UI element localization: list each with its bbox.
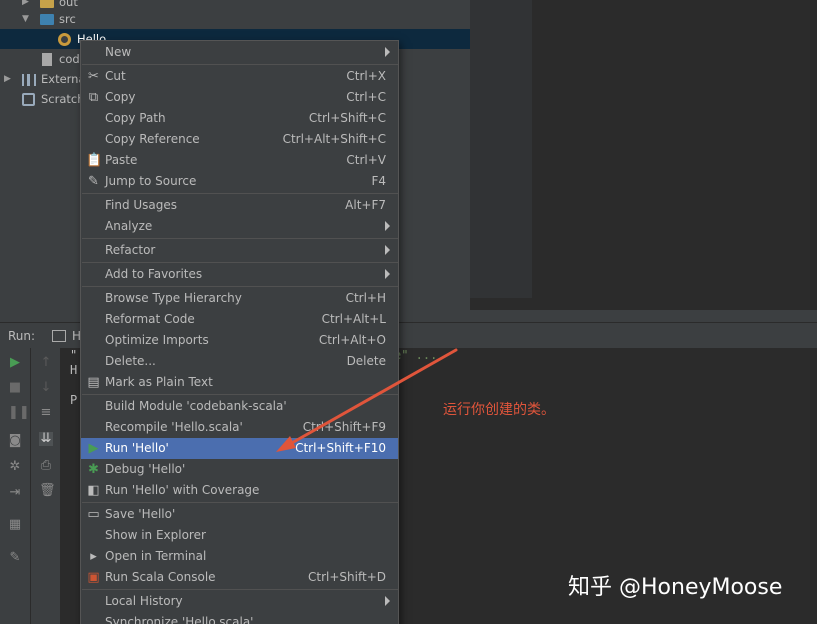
down-arrow-icon[interactable]: ↓ [39, 381, 53, 395]
print-icon[interactable]: ⎙ [39, 459, 53, 473]
menu-separator [82, 502, 398, 503]
run-tab-icon [52, 330, 66, 342]
menu-item-open-in-terminal[interactable]: ▸ Open in Terminal [81, 546, 398, 567]
menu-item-build-module[interactable]: Build Module 'codebank-scala' [81, 396, 398, 417]
scala-object-icon [58, 33, 71, 46]
layout-icon[interactable]: ▦ [8, 518, 22, 532]
editor-gutter [470, 0, 532, 298]
coverage-icon: ◧ [87, 483, 100, 498]
rerun-icon[interactable]: ▶ [8, 356, 22, 370]
horizontal-scrollbar[interactable] [408, 310, 817, 322]
menu-item-add-to-favorites[interactable]: Add to Favorites [81, 264, 398, 285]
run-panel-label: Run: [8, 329, 36, 343]
menu-item-jump-to-source[interactable]: ✎ Jump to Source F4 [81, 171, 398, 192]
pencil-icon: ✎ [88, 174, 99, 189]
menu-item-delete[interactable]: Delete... Delete [81, 351, 398, 372]
menu-separator [82, 394, 398, 395]
stop-icon[interactable]: ■ [8, 381, 22, 395]
submenu-arrow-icon [385, 47, 390, 57]
scratch-icon [22, 93, 35, 106]
menu-item-debug-hello[interactable]: ✱ Debug 'Hello' [81, 459, 398, 480]
editor-area[interactable] [532, 0, 817, 298]
submenu-arrow-icon [385, 269, 390, 279]
menu-item-new[interactable]: New [81, 42, 398, 63]
menu-item-run-with-coverage[interactable]: ◧ Run 'Hello' with Coverage [81, 480, 398, 501]
folder-icon [40, 14, 54, 25]
collapse-arrow-icon[interactable]: ▼ [22, 9, 29, 29]
menu-item-find-usages[interactable]: Find Usages Alt+F7 [81, 195, 398, 216]
annotation-text: 运行你创建的类。 [443, 402, 555, 418]
folder-icon [40, 0, 54, 8]
watermark: 知乎 @HoneyMoose [568, 575, 783, 600]
menu-item-show-in-explorer[interactable]: Show in Explorer [81, 525, 398, 546]
menu-item-local-history[interactable]: Local History [81, 591, 398, 612]
console-toolbar: ↑ ↓ ≡ ⇊ ⎙ 🗑 [30, 348, 60, 624]
console-line-fragment: e" ... [394, 348, 438, 362]
menu-item-cut[interactable]: ✂ Cut Ctrl+X [81, 66, 398, 87]
menu-item-analyze[interactable]: Analyze [81, 216, 398, 237]
settings-gear-icon[interactable]: ✲ [8, 460, 22, 474]
menu-separator [82, 262, 398, 263]
menu-item-synchronize[interactable]: Synchronize 'Hello.scala' [81, 612, 398, 624]
trash-icon[interactable]: 🗑 [39, 484, 56, 498]
menu-separator [82, 193, 398, 194]
menu-item-run-hello[interactable]: ▶ Run 'Hello' Ctrl+Shift+F10 [81, 438, 398, 459]
menu-item-browse-type-hierarchy[interactable]: Browse Type Hierarchy Ctrl+H [81, 288, 398, 309]
submenu-arrow-icon [385, 221, 390, 231]
menu-item-copy-reference[interactable]: Copy Reference Ctrl+Alt+Shift+C [81, 129, 398, 150]
paste-icon: 📋 [86, 153, 103, 168]
menu-item-copy[interactable]: ⧉ Copy Ctrl+C [81, 87, 398, 108]
menu-item-run-scala-console[interactable]: ▣ Run Scala Console Ctrl+Shift+D [81, 567, 398, 588]
soft-wrap-icon[interactable]: ≡ [39, 406, 53, 420]
menu-item-recompile[interactable]: Recompile 'Hello.scala' Ctrl+Shift+F9 [81, 417, 398, 438]
menu-item-reformat-code[interactable]: Reformat Code Ctrl+Alt+L [81, 309, 398, 330]
menu-item-mark-as-plain-text[interactable]: ▤ Mark as Plain Text [81, 372, 398, 393]
menu-item-save-hello[interactable]: ▭ Save 'Hello' [81, 504, 398, 525]
save-icon: ▭ [87, 507, 100, 522]
console-line: H [70, 363, 78, 377]
menu-item-copy-path[interactable]: Copy Path Ctrl+Shift+C [81, 108, 398, 129]
copy-icon: ⧉ [88, 90, 99, 105]
scissors-icon: ✂ [88, 69, 99, 84]
menu-separator [82, 589, 398, 590]
run-icon: ▶ [88, 441, 99, 456]
camera-icon[interactable]: ◙ [8, 434, 22, 448]
menu-separator [82, 238, 398, 239]
expand-arrow-icon[interactable]: ▶ [4, 69, 11, 89]
submenu-arrow-icon [385, 596, 390, 606]
up-arrow-icon[interactable]: ↑ [39, 356, 53, 370]
pause-icon[interactable]: ❚❚ [8, 406, 30, 420]
debug-icon: ✱ [88, 462, 99, 477]
menu-separator [82, 64, 398, 65]
context-menu: New ✂ Cut Ctrl+X ⧉ Copy Ctrl+C Copy Path… [80, 40, 399, 624]
menu-item-paste[interactable]: 📋 Paste Ctrl+V [81, 150, 398, 171]
plain-text-icon: ▤ [87, 375, 100, 390]
menu-item-optimize-imports[interactable]: Optimize Imports Ctrl+Alt+O [81, 330, 398, 351]
console-line: " [70, 348, 78, 362]
menu-separator [82, 286, 398, 287]
run-toolbar: ▶ ■ ❚❚ ◙ ✲ ⇥ ▦ ✎ [0, 348, 30, 624]
file-icon [42, 53, 52, 66]
console-line: P [70, 393, 78, 407]
scroll-to-end-icon[interactable]: ⇊ [39, 432, 53, 446]
pin-icon[interactable]: ✎ [8, 551, 22, 565]
menu-item-refactor[interactable]: Refactor [81, 240, 398, 261]
terminal-icon: ▸ [90, 549, 97, 564]
exit-icon[interactable]: ⇥ [8, 486, 22, 500]
console-icon: ▣ [87, 570, 100, 585]
library-icon [22, 74, 36, 86]
submenu-arrow-icon [385, 245, 390, 255]
